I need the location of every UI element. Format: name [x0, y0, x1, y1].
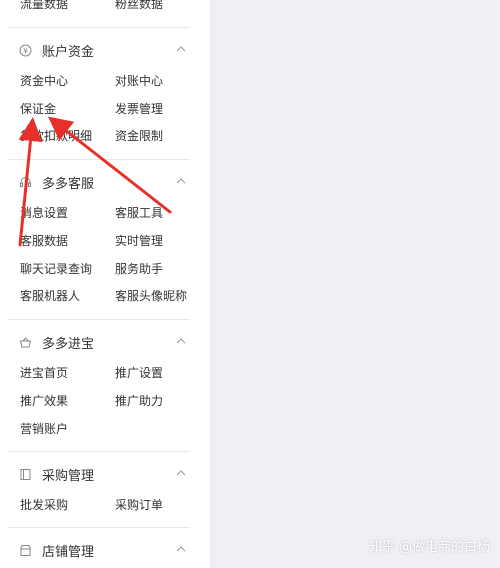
menu-item-payment-deduction-details[interactable]: 货款扣款明细 [20, 128, 92, 144]
chevron-up-icon[interactable] [174, 542, 188, 556]
section-header-duoduo-jinbao[interactable]: 多多进宝 [18, 331, 193, 353]
section-divider [8, 319, 190, 320]
menu-item-marketing-account[interactable]: 营销账户 [20, 421, 68, 437]
chevron-up-icon[interactable] [174, 334, 188, 348]
menu-item-promotion-effect[interactable]: 推广效果 [20, 393, 68, 409]
svg-text:¥: ¥ [22, 46, 27, 55]
section-title: 采购管理 [42, 468, 95, 484]
yen-circle-icon: ¥ [18, 43, 32, 57]
treasure-bowl-icon [18, 335, 32, 349]
menu-item-promotion-boost[interactable]: 推广助力 [115, 393, 163, 409]
headset-icon [18, 175, 32, 189]
watermark: 知乎 @做电商的白杨 [368, 540, 490, 555]
menu-item-reconciliation-center[interactable]: 对账中心 [115, 73, 163, 89]
store-icon [18, 543, 32, 557]
section-divider [8, 159, 190, 160]
menu-item-fans-data[interactable]: 粉丝数据 [115, 0, 163, 12]
sidebar: 流量数据 粉丝数据 ¥ 账户资金 资金中心 对账中心 保证金 发票管理 货款扣款… [0, 0, 210, 568]
section-header-store-management[interactable]: 店铺管理 [18, 539, 193, 561]
section-title: 账户资金 [42, 44, 95, 60]
section-header-customer-service[interactable]: 多多客服 [18, 171, 193, 193]
section-divider [8, 27, 190, 28]
main-content-area [210, 0, 500, 568]
chevron-up-icon[interactable] [174, 42, 188, 56]
clipboard-icon [18, 467, 32, 481]
menu-item-chat-history[interactable]: 聊天记录查询 [20, 261, 92, 277]
chevron-up-icon[interactable] [174, 466, 188, 480]
menu-item-realtime-management[interactable]: 实时管理 [115, 233, 163, 249]
section-divider [8, 527, 190, 528]
section-header-account-funds[interactable]: ¥ 账户资金 [18, 39, 193, 61]
menu-item-funds-center[interactable]: 资金中心 [20, 73, 68, 89]
menu-item-jinbao-home[interactable]: 进宝首页 [20, 365, 68, 381]
menu-item-service-robot[interactable]: 客服机器人 [20, 288, 80, 304]
menu-item-service-avatar-nickname[interactable]: 客服头像昵称 [115, 288, 187, 304]
section-title: 店铺管理 [42, 544, 95, 560]
menu-item-message-settings[interactable]: 消息设置 [20, 205, 68, 221]
menu-item-invoice-management[interactable]: 发票管理 [115, 101, 163, 117]
menu-item-purchase-orders[interactable]: 采购订单 [115, 497, 163, 513]
chevron-up-icon[interactable] [174, 174, 188, 188]
menu-item-traffic-data[interactable]: 流量数据 [20, 0, 68, 12]
section-divider [8, 451, 190, 452]
menu-item-service-tools[interactable]: 客服工具 [115, 205, 163, 221]
section-header-purchase-management[interactable]: 采购管理 [18, 463, 193, 485]
menu-item-deposit[interactable]: 保证金 [20, 101, 56, 117]
menu-item-service-assistant[interactable]: 服务助手 [115, 261, 163, 277]
menu-item-funds-restriction[interactable]: 资金限制 [115, 128, 163, 144]
section-title: 多多客服 [42, 176, 95, 192]
section-title: 多多进宝 [42, 336, 95, 352]
menu-item-promotion-settings[interactable]: 推广设置 [115, 365, 163, 381]
menu-item-service-data[interactable]: 客服数据 [20, 233, 68, 249]
menu-item-wholesale-purchase[interactable]: 批发采购 [20, 497, 68, 513]
